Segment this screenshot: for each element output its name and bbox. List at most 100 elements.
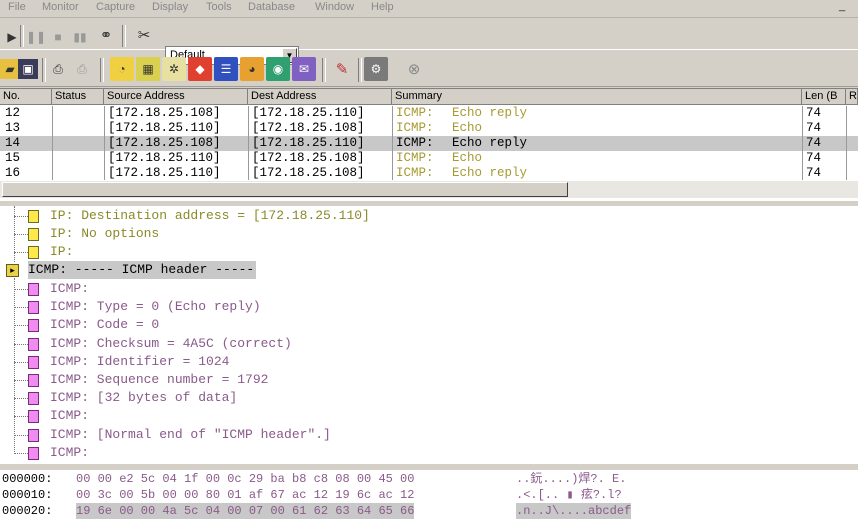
packet-row[interactable]: 12 [172.18.25.108] [172.18.25.110] ICMP: Ech… <box>0 106 858 121</box>
filter-edit-icon[interactable]: ✂ <box>134 25 154 45</box>
packet-no: 16 <box>5 166 21 180</box>
options-icon[interactable]: ⚙ <box>364 57 388 81</box>
packet-dest: [172.18.25.108] <box>252 151 365 165</box>
hex-bytes: 19 6e 00 00 4a 5c 04 00 07 00 61 62 63 6… <box>76 503 415 519</box>
column-divider <box>802 136 803 151</box>
icmp-field[interactable]: ICMP: <box>50 444 89 462</box>
global-stats-icon[interactable]: ◕ <box>240 57 264 81</box>
horizontal-scrollbar[interactable] <box>0 180 858 198</box>
hex-bytes: 00 00 e2 5c 04 1f 00 0c 29 ba b8 c8 08 0… <box>76 472 415 486</box>
menu-capture[interactable]: Capture <box>96 1 135 13</box>
icmp-field[interactable]: ICMP: Identifier = 1024 <box>50 353 229 371</box>
stop-and-view-icon[interactable]: ▮▮ <box>70 27 90 47</box>
column-divider <box>802 106 803 121</box>
ip-field-icon <box>28 210 39 223</box>
column-divider <box>846 121 847 136</box>
packet-source: [172.18.25.110] <box>108 151 221 165</box>
tree-line <box>14 434 28 436</box>
hex-ascii: ..鈨....)焊?. E. <box>516 472 627 486</box>
packet-list: No. Status Source Address Dest Address S… <box>0 88 858 207</box>
expert-icon[interactable]: ✎ <box>330 57 354 81</box>
print-icon[interactable]: ⎙ <box>48 59 68 79</box>
packet-row[interactable]: 15 [172.18.25.110] [172.18.25.108] ICMP: Ech… <box>0 151 858 166</box>
column-header-summary[interactable]: Summary <box>392 89 802 105</box>
icmp-field[interactable]: ICMP: <box>50 280 89 298</box>
ip-field-icon <box>28 228 39 241</box>
icmp-field[interactable]: ICMP: Type = 0 (Echo reply) <box>50 298 261 316</box>
menu-file[interactable]: File <box>8 1 26 13</box>
column-divider <box>248 166 249 181</box>
packet-dest: [172.18.25.108] <box>252 121 365 135</box>
menu-tools[interactable]: Tools <box>206 1 232 13</box>
packet-len: 74 <box>806 166 822 180</box>
column-header-status[interactable]: Status <box>52 89 104 105</box>
column-divider <box>52 151 53 166</box>
icmp-field-icon <box>28 319 39 333</box>
column-divider <box>248 106 249 121</box>
play-icon[interactable]: ▶ <box>2 27 22 47</box>
column-header-rel[interactable]: R <box>846 89 858 105</box>
icmp-field-icon <box>28 374 39 387</box>
packet-proto: ICMP: <box>396 106 434 120</box>
protocol-dist-icon[interactable]: ◆ <box>188 57 212 81</box>
column-header-len[interactable]: Len (B <box>802 89 846 105</box>
icmp-field-icon <box>28 301 39 315</box>
icmp-field-icon <box>28 428 39 442</box>
toolbar-separator <box>122 25 126 47</box>
ip-dest-address[interactable]: IP: Destination address = [172.18.25.110… <box>50 207 370 225</box>
ip-options[interactable]: IP: No options <box>50 225 159 243</box>
matrix-icon[interactable]: ▦ <box>136 57 160 81</box>
packet-detail-tree: IP: Destination address = [172.18.25.110… <box>0 206 858 463</box>
icmp-field[interactable]: ICMP: [32 bytes of data] <box>50 389 237 407</box>
host-table-icon[interactable]: ✲ <box>162 57 186 81</box>
main-toolbar: ▰ ▣ ⎙ ⎙ ◔ ▦ ✲ ◆ ☰ ◕ ◉ ✉ ✎ ⚙ ⊗ <box>0 52 858 87</box>
pause-icon[interactable]: ❚❚ <box>26 27 46 47</box>
icmp-field[interactable]: ICMP: Code = 0 <box>50 316 159 334</box>
menu-monitor[interactable]: Monitor <box>42 1 79 13</box>
icmp-header[interactable]: ICMP: ----- ICMP header ----- <box>28 261 257 279</box>
column-divider <box>846 136 847 151</box>
menu-bar: File Monitor Capture Display Tools Datab… <box>0 0 858 18</box>
packet-no: 14 <box>5 136 21 150</box>
column-divider <box>846 106 847 121</box>
hex-ascii: .<.[.. ▮ 痃?.l? <box>516 488 622 502</box>
icmp-field[interactable]: ICMP: Checksum = 4A5C (correct) <box>50 335 292 353</box>
icmp-folder-icon[interactable]: ▸ <box>6 264 19 277</box>
menu-display[interactable]: Display <box>152 1 188 13</box>
open-icon[interactable]: ▰ <box>0 59 20 79</box>
binoculars-icon[interactable]: ⚭ <box>96 25 116 45</box>
scrollbar-thumb[interactable] <box>2 182 568 197</box>
icmp-field-icon <box>28 283 39 296</box>
menu-window[interactable]: Window <box>315 1 354 13</box>
address-book-icon[interactable]: ✉ <box>292 57 316 81</box>
menu-database[interactable]: Database <box>248 1 295 13</box>
icmp-field[interactable]: ICMP: <box>50 407 89 425</box>
icmp-field[interactable]: ICMP: [Normal end of "ICMP header".] <box>50 426 331 444</box>
print-setup-icon[interactable]: ⎙ <box>72 59 92 79</box>
icmp-field-icon <box>28 392 39 406</box>
column-divider <box>52 136 53 151</box>
stop-icon[interactable]: ■ <box>48 27 68 47</box>
packet-row[interactable]: 16 [172.18.25.110] [172.18.25.108] ICMP: Ech… <box>0 166 858 181</box>
packet-summary: Echo reply <box>452 136 528 150</box>
tree-line <box>14 278 15 452</box>
alarm-log-icon[interactable]: ◉ <box>266 57 290 81</box>
capture-buffer-icon[interactable]: ⊗ <box>402 57 426 81</box>
hex-ascii: .n..J\....abcdef <box>516 503 632 519</box>
dashboard-icon[interactable]: ◔ <box>110 57 134 81</box>
packet-row[interactable]: 13 [172.18.25.110] [172.18.25.108] ICMP: Ech… <box>0 121 858 136</box>
tree-line <box>14 361 28 363</box>
column-divider <box>392 151 393 166</box>
column-header-dest[interactable]: Dest Address <box>248 89 392 105</box>
minimize-button[interactable]: _ <box>830 0 854 15</box>
save-icon[interactable]: ▣ <box>18 59 38 79</box>
column-header-source[interactable]: Source Address <box>104 89 248 105</box>
icmp-field[interactable]: ICMP: Sequence number = 1792 <box>50 371 268 389</box>
column-header-no[interactable]: No. <box>0 89 52 105</box>
history-icon[interactable]: ☰ <box>214 57 238 81</box>
tree-line <box>14 289 28 290</box>
packet-row[interactable]: 14 [172.18.25.108] [172.18.25.110] ICMP: Ech… <box>0 136 858 151</box>
packet-len: 74 <box>806 106 822 120</box>
menu-help[interactable]: Help <box>371 1 394 13</box>
ip-blank[interactable]: IP: <box>50 243 73 261</box>
